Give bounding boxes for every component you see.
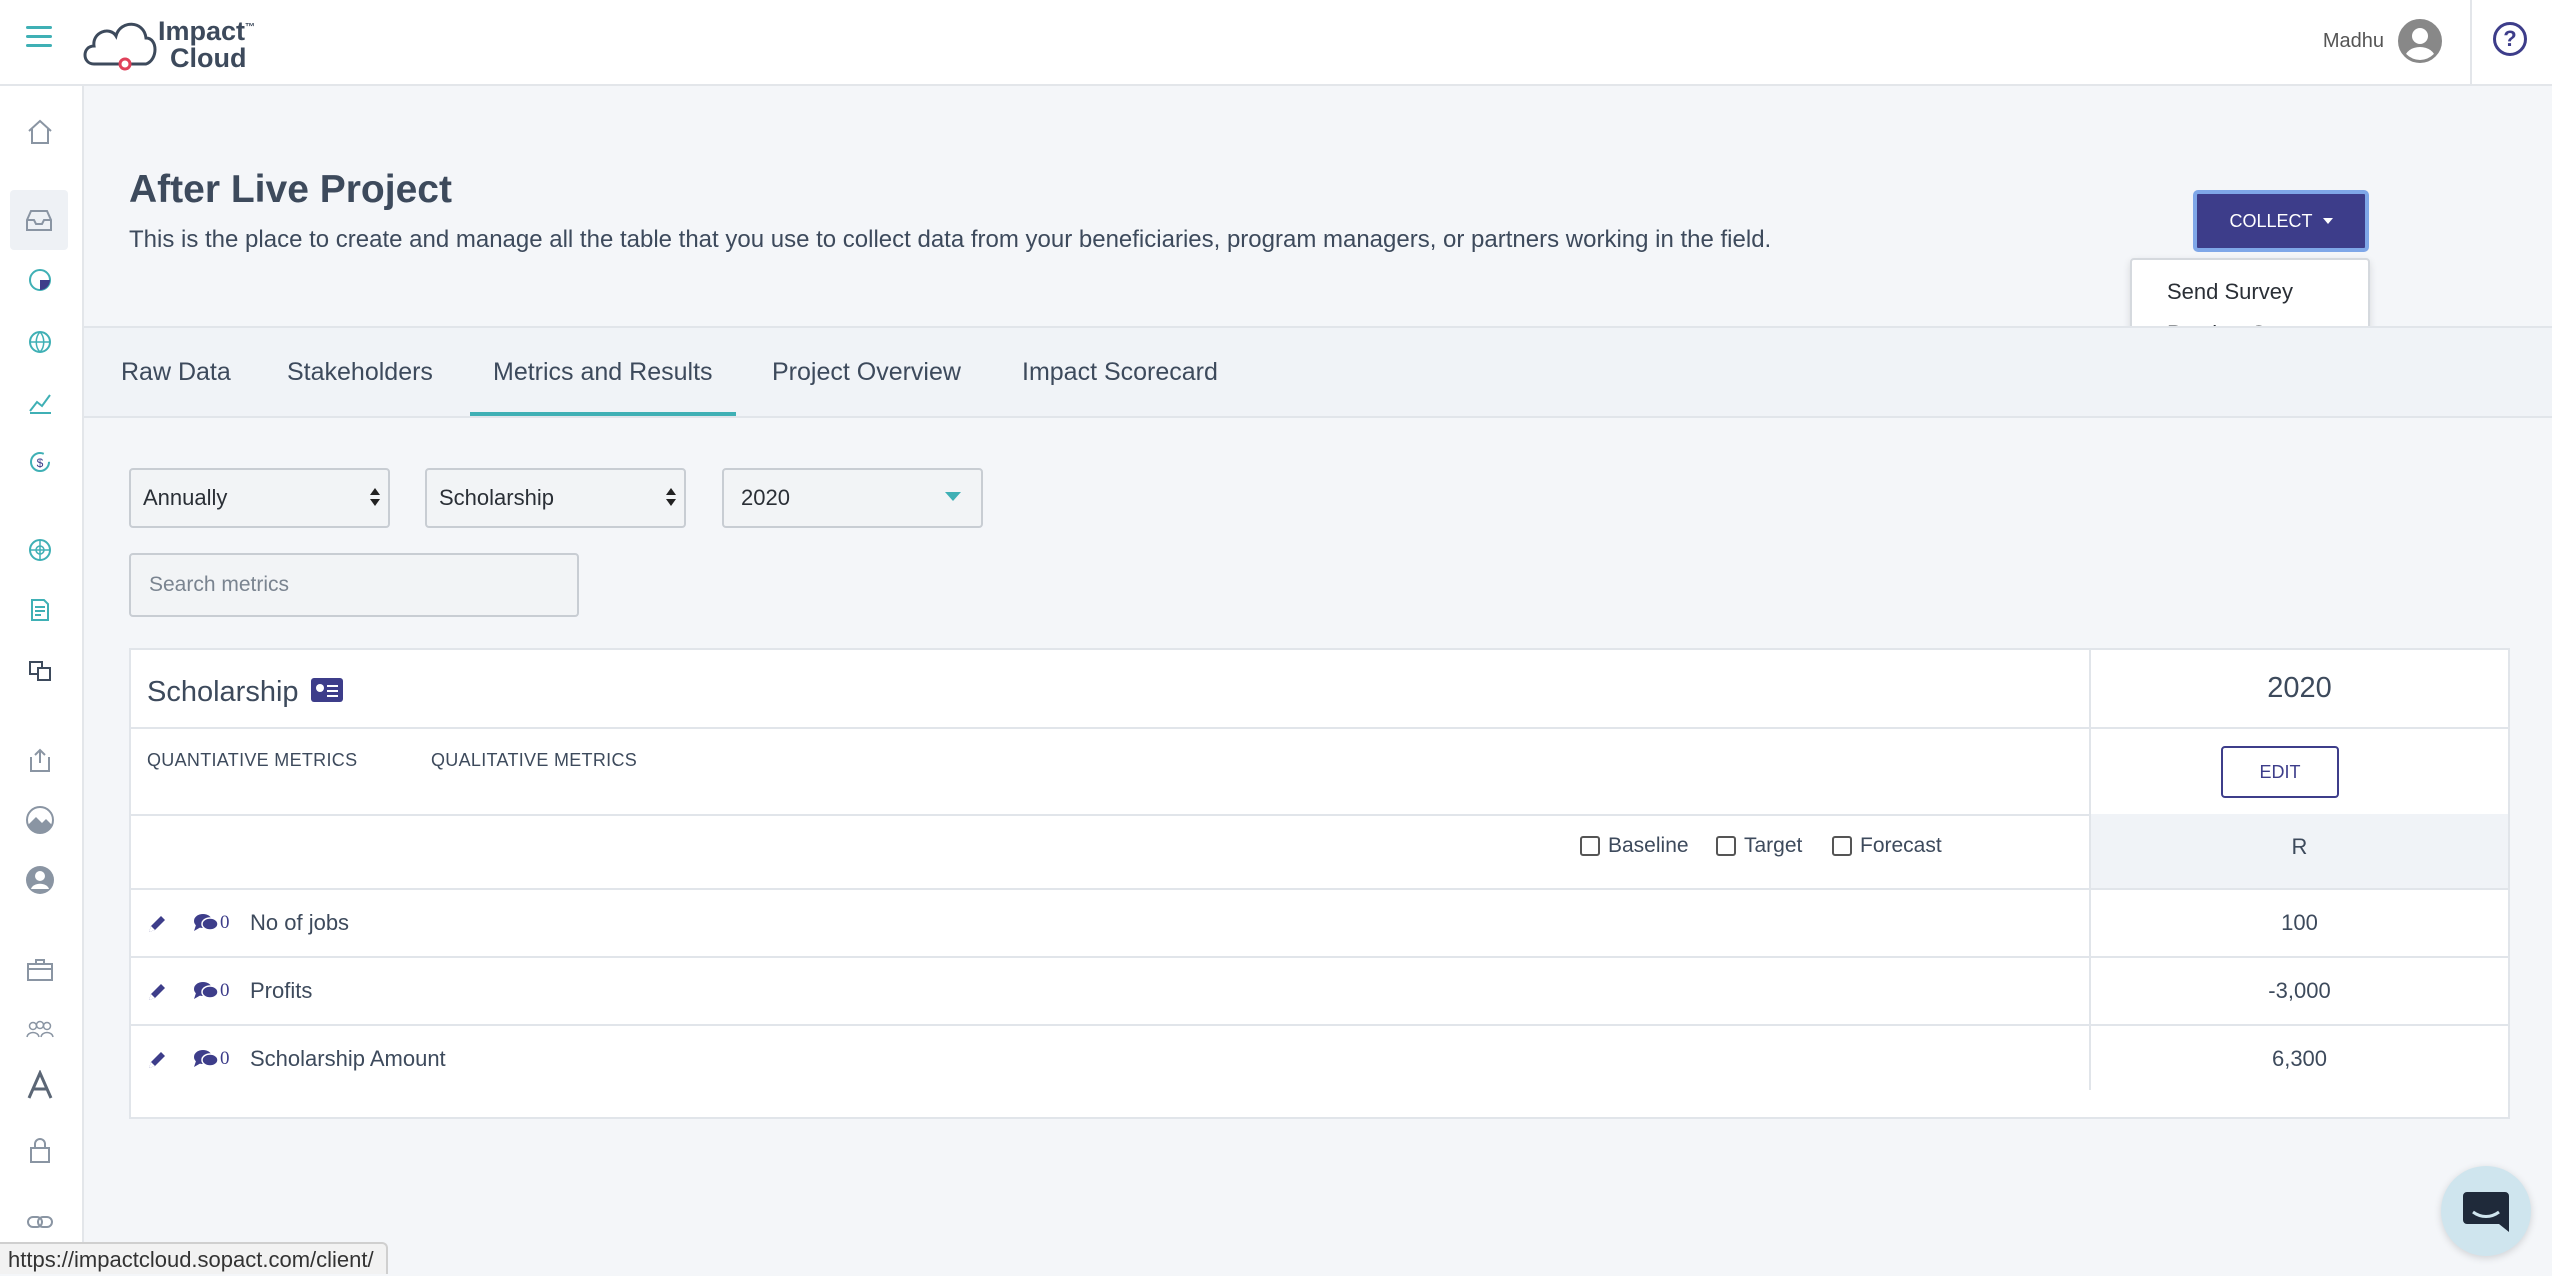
search-metrics-input[interactable] <box>129 553 579 617</box>
network-globe-icon[interactable] <box>22 532 58 568</box>
checkbox-label: Target <box>1744 834 1803 857</box>
translate-icon[interactable] <box>22 652 58 688</box>
target-checkbox[interactable]: Target <box>1716 834 1802 858</box>
year-column-header: 2020 <box>2267 672 2332 704</box>
r-column-header: R <box>2291 834 2308 859</box>
inbox-icon[interactable] <box>10 190 68 250</box>
comments-icon[interactable] <box>193 980 219 1002</box>
page-title: After Live Project <box>129 168 452 211</box>
line-chart-icon[interactable] <box>22 384 58 420</box>
page-description: This is the place to create and manage a… <box>129 226 1772 253</box>
chat-bubble-icon <box>2463 1192 2509 1232</box>
logo-trademark: ™ <box>245 22 256 33</box>
pie-chart-icon[interactable] <box>22 262 58 298</box>
team-icon[interactable] <box>22 1012 58 1048</box>
chat-widget-button[interactable] <box>2441 1166 2531 1256</box>
collect-button[interactable]: COLLECT <box>2193 190 2369 252</box>
row-divider <box>131 727 2508 729</box>
menu-item-send-survey[interactable]: Send Survey <box>2132 272 2368 312</box>
tab-stakeholders[interactable]: Stakeholders <box>287 328 433 416</box>
help-icon[interactable]: ? <box>2493 22 2527 56</box>
status-bar-url: https://impactcloud.sopact.com/client/ <box>0 1242 388 1274</box>
home-icon[interactable] <box>22 114 58 150</box>
comments-icon[interactable] <box>193 912 219 934</box>
dropdown-arrow-icon <box>945 492 961 501</box>
metric-name: Scholarship Amount <box>250 1046 446 1071</box>
baseline-checkbox[interactable]: Baseline <box>1580 834 1689 858</box>
year-select-value: 2020 <box>741 485 790 510</box>
tab-project-overview[interactable]: Project Overview <box>772 328 961 416</box>
table-row: 0 No of jobs 100 <box>131 890 2508 958</box>
comment-count: 0 <box>220 912 230 933</box>
collect-button-label: COLLECT <box>2229 210 2313 231</box>
checkbox-label: Forecast <box>1860 834 1942 857</box>
top-bar: Impact™ Cloud Madhu ? <box>0 0 2552 86</box>
pencil-icon[interactable] <box>145 1048 169 1072</box>
category-select-value: Scholarship <box>439 485 554 510</box>
year-select[interactable]: 2020 <box>722 468 983 528</box>
checkbox-box[interactable] <box>1580 836 1600 856</box>
divider <box>2470 0 2472 84</box>
logo-text-impact: Impact <box>158 16 246 46</box>
metric-name: No of jobs <box>250 910 350 935</box>
cloud-logo-icon <box>83 22 157 71</box>
tab-metrics-and-results[interactable]: Metrics and Results <box>470 328 736 416</box>
id-card-icon[interactable] <box>311 678 343 702</box>
table-row: 0 Profits -3,000 <box>131 958 2508 1026</box>
font-icon[interactable] <box>22 1068 58 1104</box>
checkbox-label: Baseline <box>1608 834 1689 857</box>
user-menu[interactable]: Madhu <box>2323 16 2442 66</box>
metric-name: Profits <box>250 978 313 1003</box>
sort-arrows-icon <box>666 488 676 508</box>
category-select[interactable]: Scholarship <box>425 468 686 528</box>
briefcase-icon[interactable] <box>22 952 58 988</box>
logo-text-cloud: Cloud <box>170 43 247 73</box>
pencil-icon[interactable] <box>145 912 169 936</box>
svg-text:$: $ <box>37 456 44 470</box>
checkbox-box[interactable] <box>1832 836 1852 856</box>
globe-icon[interactable] <box>22 324 58 360</box>
project-tabs: Raw Data Stakeholders Metrics and Result… <box>84 326 2552 418</box>
metric-value: 100 <box>2281 910 2318 935</box>
link-icon[interactable] <box>22 1204 58 1240</box>
impact-cloud-logo[interactable]: Impact™ Cloud <box>80 8 260 74</box>
tab-qualitative-metrics[interactable]: QUALITATIVE METRICS <box>431 750 637 771</box>
caret-down-icon <box>2322 218 2333 224</box>
avatar[interactable] <box>2398 19 2442 63</box>
document-icon[interactable] <box>22 592 58 628</box>
user-circle-icon[interactable] <box>22 862 58 898</box>
tab-quantitative-metrics[interactable]: QUANTIATIVE METRICS <box>147 750 357 771</box>
metric-value: -3,000 <box>2268 978 2331 1003</box>
landscape-icon[interactable] <box>22 802 58 838</box>
sidebar: $ <box>0 86 84 1274</box>
user-name: Madhu <box>2322 29 2384 52</box>
table-row: 0 Scholarship Amount 6,300 <box>131 1026 2508 1094</box>
sort-arrows-icon <box>370 488 380 508</box>
tab-raw-data[interactable]: Raw Data <box>121 328 231 416</box>
forecast-checkbox[interactable]: Forecast <box>1832 834 1942 858</box>
hamburger-menu-icon[interactable] <box>26 26 52 50</box>
period-select[interactable]: Annually <box>129 468 390 528</box>
edit-button[interactable]: EDIT <box>2221 746 2339 798</box>
comment-count: 0 <box>220 1048 230 1069</box>
period-select-value: Annually <box>143 485 228 510</box>
checkbox-box[interactable] <box>1716 836 1736 856</box>
pencil-icon[interactable] <box>145 980 169 1004</box>
tab-impact-scorecard[interactable]: Impact Scorecard <box>1022 328 1218 416</box>
metrics-table: Scholarship 2020 QUANTIATIVE METRICS QUA… <box>129 648 2510 1119</box>
upload-icon[interactable] <box>22 742 58 778</box>
metric-value: 6,300 <box>2271 1046 2328 1071</box>
comment-count: 0 <box>220 980 230 1001</box>
dollar-cycle-icon[interactable]: $ <box>22 444 58 480</box>
lock-icon[interactable] <box>22 1132 58 1168</box>
table-title: Scholarship <box>147 676 299 708</box>
comments-icon[interactable] <box>193 1048 219 1070</box>
